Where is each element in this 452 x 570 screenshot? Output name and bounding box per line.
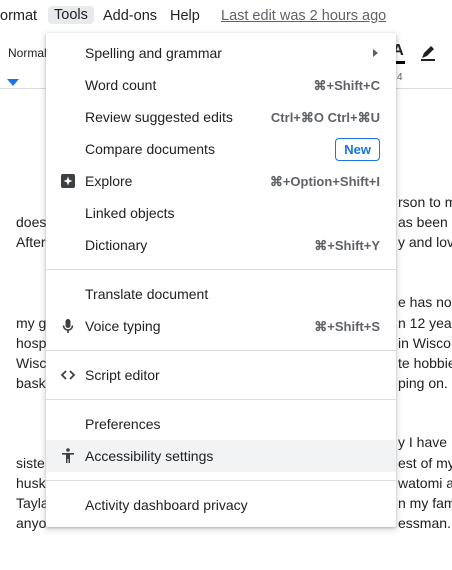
menu-item-activity-dashboard-privacy[interactable]: Activity dashboard privacy xyxy=(46,489,396,521)
menu-item-preferences[interactable]: Preferences xyxy=(46,408,396,440)
paragraph-style-select[interactable]: Normal xyxy=(8,46,47,60)
menu-item-label: Review suggested edits xyxy=(85,109,233,125)
doc-text-fragment: siste xyxy=(16,455,45,471)
new-badge: New xyxy=(335,138,380,161)
menu-item-label: Accessibility settings xyxy=(85,448,214,464)
doc-text-fragment: watomi a xyxy=(398,475,452,491)
doc-text-fragment: Wisc xyxy=(16,355,47,371)
doc-text-fragment: my g xyxy=(16,315,47,331)
menu-item-compare-documents[interactable]: Compare documents New xyxy=(46,133,396,165)
menu-item-shortcut: Ctrl+⌘O Ctrl+⌘U xyxy=(270,110,380,125)
menu-separator xyxy=(46,269,396,270)
menu-item-script-editor[interactable]: Script editor xyxy=(46,359,396,391)
doc-text-fragment: anyo xyxy=(16,515,47,531)
menu-tools[interactable]: Tools xyxy=(48,6,94,24)
menu-format[interactable]: ormat xyxy=(0,8,37,24)
doc-text-fragment: in Wisco xyxy=(398,335,451,351)
indent-marker[interactable] xyxy=(7,79,19,86)
doc-text-fragment: husk xyxy=(16,475,46,491)
menu-item-accessibility-settings[interactable]: Accessibility settings xyxy=(46,440,396,472)
doc-text-fragment: n 12 year xyxy=(398,315,452,331)
doc-text-fragment: n my fam xyxy=(398,495,452,511)
last-edit-link[interactable]: Last edit was 2 hours ago xyxy=(221,8,386,24)
doc-text-fragment: y I have xyxy=(398,434,448,450)
menu-separator xyxy=(46,480,396,481)
doc-text-fragment: y and lov xyxy=(398,234,452,250)
doc-text-fragment: est of my xyxy=(398,455,452,471)
doc-text-fragment: does xyxy=(16,214,47,230)
tools-menu: Spelling and grammar Word count ⌘+Shift+… xyxy=(46,33,396,527)
menu-item-linked-objects[interactable]: Linked objects xyxy=(46,197,396,229)
menu-item-label: Voice typing xyxy=(85,318,161,334)
highlight-pen-icon[interactable] xyxy=(418,42,438,62)
doc-text-fragment: ping on. xyxy=(398,375,448,391)
microphone-icon xyxy=(59,317,77,335)
doc-text-fragment: After xyxy=(16,234,46,250)
menu-item-label: Preferences xyxy=(85,416,161,432)
menu-item-word-count[interactable]: Word count ⌘+Shift+C xyxy=(46,69,396,101)
menu-item-shortcut: ⌘+Shift+Y xyxy=(314,238,380,253)
menu-item-shortcut: ⌘+Option+Shift+I xyxy=(269,174,380,189)
doc-text-fragment: e has no s xyxy=(398,294,452,310)
doc-text-fragment: essman. xyxy=(398,515,451,531)
menu-item-spelling-and-grammar[interactable]: Spelling and grammar xyxy=(46,37,396,69)
doc-text-fragment: bask xyxy=(16,375,46,391)
menu-item-label: Activity dashboard privacy xyxy=(85,497,248,513)
menu-item-label: Word count xyxy=(85,77,157,93)
menu-item-label: Spelling and grammar xyxy=(85,45,222,61)
menu-item-label: Script editor xyxy=(85,367,160,383)
explore-icon xyxy=(59,172,77,190)
menu-item-label: Linked objects xyxy=(85,205,175,221)
menu-item-translate-document[interactable]: Translate document xyxy=(46,278,396,310)
submenu-arrow-icon xyxy=(373,49,378,57)
menu-item-label: Dictionary xyxy=(85,237,148,253)
menu-add-ons[interactable]: Add-ons xyxy=(103,8,157,24)
doc-text-fragment: te hobbie xyxy=(398,355,452,371)
menu-item-label: Compare documents xyxy=(85,141,215,157)
menu-bar: ormat Tools Add-ons Help Last edit was 2… xyxy=(0,0,452,34)
doc-text-fragment: rson to m xyxy=(398,194,452,210)
doc-text-fragment: Tayla xyxy=(16,495,49,511)
menu-item-dictionary[interactable]: Dictionary ⌘+Shift+Y xyxy=(46,229,396,261)
menu-help[interactable]: Help xyxy=(170,8,200,24)
menu-item-shortcut: ⌘+Shift+C xyxy=(313,78,380,93)
menu-item-explore[interactable]: Explore ⌘+Option+Shift+I xyxy=(46,165,396,197)
menu-item-shortcut: ⌘+Shift+S xyxy=(314,319,380,334)
menu-item-label: Explore xyxy=(85,173,133,189)
menu-item-review-suggested-edits[interactable]: Review suggested edits Ctrl+⌘O Ctrl+⌘U xyxy=(46,101,396,133)
code-icon xyxy=(59,366,77,384)
menu-item-label: Translate document xyxy=(85,286,209,302)
ruler-number: 4 xyxy=(397,72,403,83)
menu-separator xyxy=(46,350,396,351)
doc-text-fragment: hosp xyxy=(16,335,47,351)
menu-item-voice-typing[interactable]: Voice typing ⌘+Shift+S xyxy=(46,310,396,342)
menu-separator xyxy=(46,399,396,400)
accessibility-icon xyxy=(59,447,77,465)
doc-text-fragment: as been g xyxy=(398,214,452,230)
